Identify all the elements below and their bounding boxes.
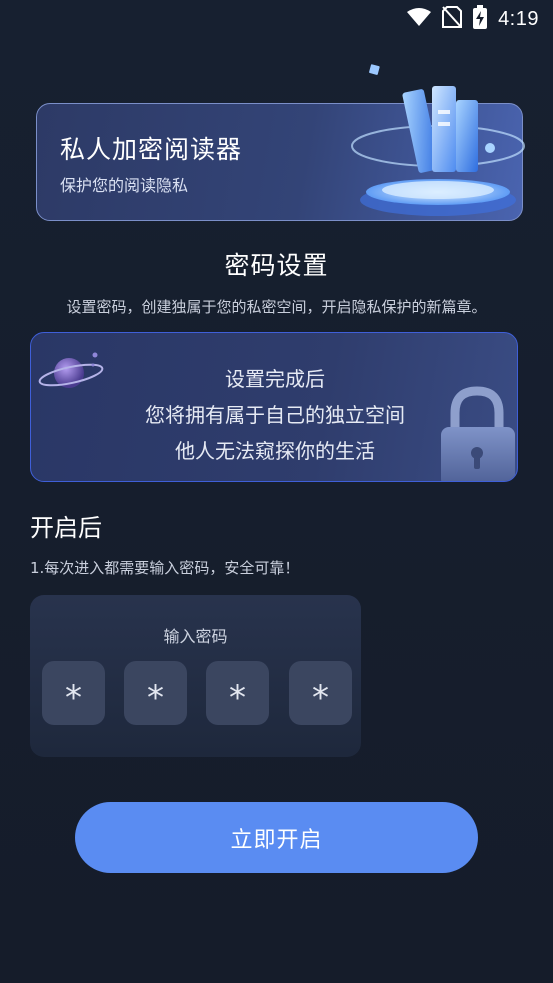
bookshelf-illustration-icon <box>351 64 525 216</box>
status-time: 4:19 <box>498 7 539 30</box>
after-enable-item: 1.每次进入都需要输入密码，安全可靠！ <box>30 559 300 577</box>
password-digit-box: * <box>124 661 187 725</box>
password-digit-box: * <box>206 661 269 725</box>
info-card: 设置完成后 您将拥有属于自己的独立空间 他人无法窥探你的生活 <box>30 332 518 482</box>
banner-title: 私人加密阅读器 <box>60 135 243 164</box>
lock-icon <box>441 386 515 481</box>
status-bar: 4:19 <box>0 0 553 38</box>
banner-subtitle: 保护您的阅读隐私 <box>60 176 189 195</box>
page-description: 设置密码，创建独属于您的私密空间，开启隐私保护的新篇章。 <box>66 298 487 316</box>
password-digit-box: * <box>42 661 105 725</box>
battery-charging-icon <box>472 5 488 33</box>
password-setup-screen: 4:19 私人加密阅读器 保护您的阅读隐私 密码设置 设置密码，创建独属于您的私… <box>0 0 553 983</box>
wifi-icon <box>406 7 432 31</box>
password-label: 输入密码 <box>163 627 228 646</box>
app-banner: 私人加密阅读器 保护您的阅读隐私 <box>36 64 525 221</box>
status-icons: 4:19 <box>406 5 539 33</box>
password-digit-box: * <box>289 661 352 725</box>
after-enable-title: 开启后 <box>30 514 102 542</box>
page-title: 密码设置 <box>224 251 329 280</box>
no-sim-icon <box>442 6 463 32</box>
password-preview-panel: 输入密码 * * * * <box>30 595 361 757</box>
enable-now-button[interactable]: 立即开启 <box>75 802 478 873</box>
